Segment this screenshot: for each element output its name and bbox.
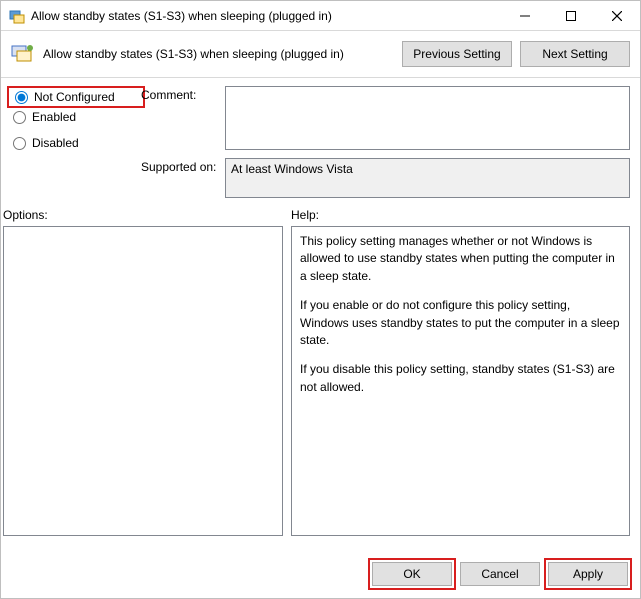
comment-input[interactable] (225, 86, 630, 150)
supported-label: Supported on: (141, 158, 225, 174)
policy-header: Allow standby states (S1-S3) when sleepi… (1, 31, 640, 73)
radio-disabled[interactable]: Disabled (11, 132, 141, 154)
lower-headers: Options: Help: (1, 208, 630, 222)
radio-enabled-input[interactable] (13, 111, 26, 124)
radio-not-configured[interactable]: Not Configured (7, 86, 145, 108)
radio-disabled-label: Disabled (32, 136, 79, 150)
radio-disabled-input[interactable] (13, 137, 26, 150)
minimize-button[interactable] (502, 1, 548, 30)
config-section: Not Configured Enabled Disabled Comment:… (1, 78, 640, 198)
previous-setting-button[interactable]: Previous Setting (402, 41, 512, 67)
app-icon (9, 8, 25, 24)
help-label: Help: (291, 208, 630, 222)
options-pane (3, 226, 283, 536)
supported-on-value: At least Windows Vista (225, 158, 630, 198)
ok-button[interactable]: OK (372, 562, 452, 586)
help-paragraph: If you disable this policy setting, stan… (300, 361, 621, 396)
window-controls (502, 1, 640, 30)
help-pane: This policy setting manages whether or n… (291, 226, 630, 536)
lower-panes: This policy setting manages whether or n… (1, 222, 630, 552)
lower-section: Options: Help: This policy setting manag… (1, 198, 640, 552)
options-label: Options: (3, 208, 291, 222)
window-title: Allow standby states (S1-S3) when sleepi… (31, 9, 502, 23)
next-setting-button[interactable]: Next Setting (520, 41, 630, 67)
comment-label: Comment: (141, 86, 225, 102)
close-button[interactable] (594, 1, 640, 30)
maximize-button[interactable] (548, 1, 594, 30)
radio-not-configured-label: Not Configured (34, 90, 115, 104)
radio-enabled-label: Enabled (32, 110, 76, 124)
policy-title: Allow standby states (S1-S3) when sleepi… (43, 47, 394, 61)
state-radios: Not Configured Enabled Disabled (11, 86, 141, 198)
help-paragraph: This policy setting manages whether or n… (300, 233, 621, 285)
radio-enabled[interactable]: Enabled (11, 106, 141, 128)
titlebar: Allow standby states (S1-S3) when sleepi… (1, 1, 640, 31)
fields-grid: Comment: Supported on: At least Windows … (141, 86, 630, 198)
help-paragraph: If you enable or do not configure this p… (300, 297, 621, 349)
dialog-footer: OK Cancel Apply (1, 552, 640, 598)
cancel-button[interactable]: Cancel (460, 562, 540, 586)
apply-button[interactable]: Apply (548, 562, 628, 586)
policy-icon (11, 43, 35, 65)
radio-not-configured-input[interactable] (15, 91, 28, 104)
